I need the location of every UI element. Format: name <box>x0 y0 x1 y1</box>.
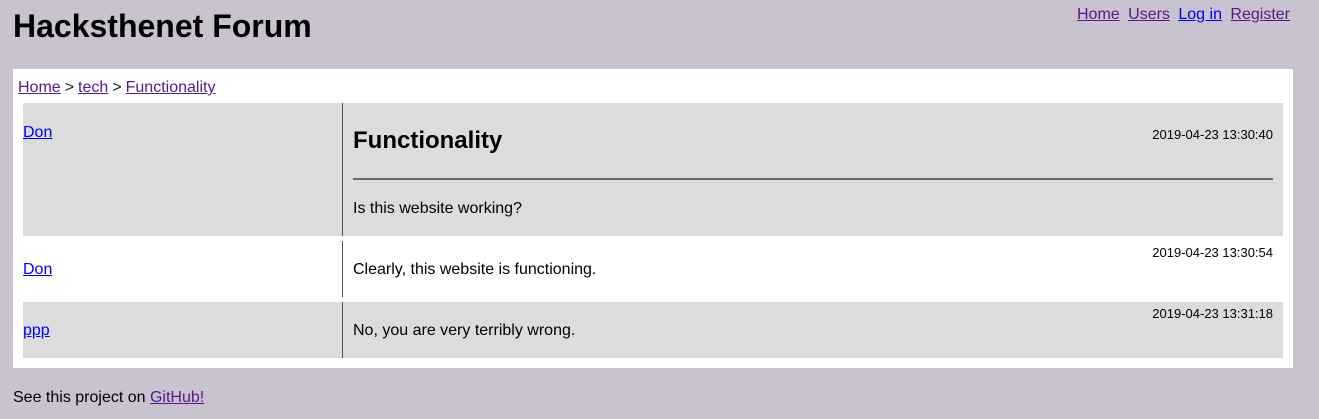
post-timestamp: 2019-04-23 13:31:18 <box>1152 306 1273 321</box>
site-title: Hacksthenet Forum <box>13 8 312 44</box>
post-author-link[interactable]: Don <box>23 124 52 142</box>
nav-users-link[interactable]: Users <box>1128 6 1170 23</box>
post-item: Don Functionality 2019-04-23 13:30:40 Is… <box>23 103 1283 236</box>
post-body: Is this website working? <box>353 200 522 217</box>
breadcrumb-separator: > <box>112 79 122 96</box>
post-item: ppp 2019-04-23 13:31:18 No, you are very… <box>23 302 1283 358</box>
post-author-column: ppp <box>23 302 343 358</box>
post-timestamp: 2019-04-23 13:30:40 <box>1152 127 1273 142</box>
post-content: 2019-04-23 13:30:54 Clearly, this websit… <box>353 241 1273 297</box>
post-author-link[interactable]: ppp <box>23 322 50 340</box>
breadcrumb-home-link[interactable]: Home <box>18 79 61 96</box>
nav-register-link[interactable]: Register <box>1230 6 1290 23</box>
title-divider <box>353 178 1273 180</box>
post-content: Functionality 2019-04-23 13:30:40 Is thi… <box>353 103 1273 236</box>
footer-text: See this project on <box>13 389 146 406</box>
post-body: Clearly, this website is functioning. <box>353 261 597 278</box>
post-body: No, you are very terribly wrong. <box>353 322 576 339</box>
post-timestamp: 2019-04-23 13:30:54 <box>1152 245 1273 260</box>
breadcrumb-category-link[interactable]: tech <box>78 79 108 96</box>
post-author-link[interactable]: Don <box>23 261 52 279</box>
github-link[interactable]: GitHub! <box>150 389 204 406</box>
thread-panel: Home > tech > Functionality Don Functionalit… <box>13 69 1293 368</box>
post-content: 2019-04-23 13:31:18 No, you are very ter… <box>353 302 1273 358</box>
top-nav: Home Users Log in Register <box>1073 5 1290 25</box>
nav-login-link[interactable]: Log in <box>1178 6 1222 23</box>
breadcrumb-thread-link[interactable]: Functionality <box>126 79 216 96</box>
breadcrumb-separator: > <box>64 79 75 96</box>
nav-home-link[interactable]: Home <box>1077 6 1120 23</box>
thread-title: Functionality <box>353 127 503 154</box>
breadcrumb: Home > tech > Functionality <box>18 78 215 98</box>
footer: See this project on GitHub! <box>13 388 204 408</box>
post-author-column: Don <box>23 241 343 297</box>
post-author-column: Don <box>23 103 343 236</box>
post-item: Don 2019-04-23 13:30:54 Clearly, this we… <box>23 241 1283 297</box>
